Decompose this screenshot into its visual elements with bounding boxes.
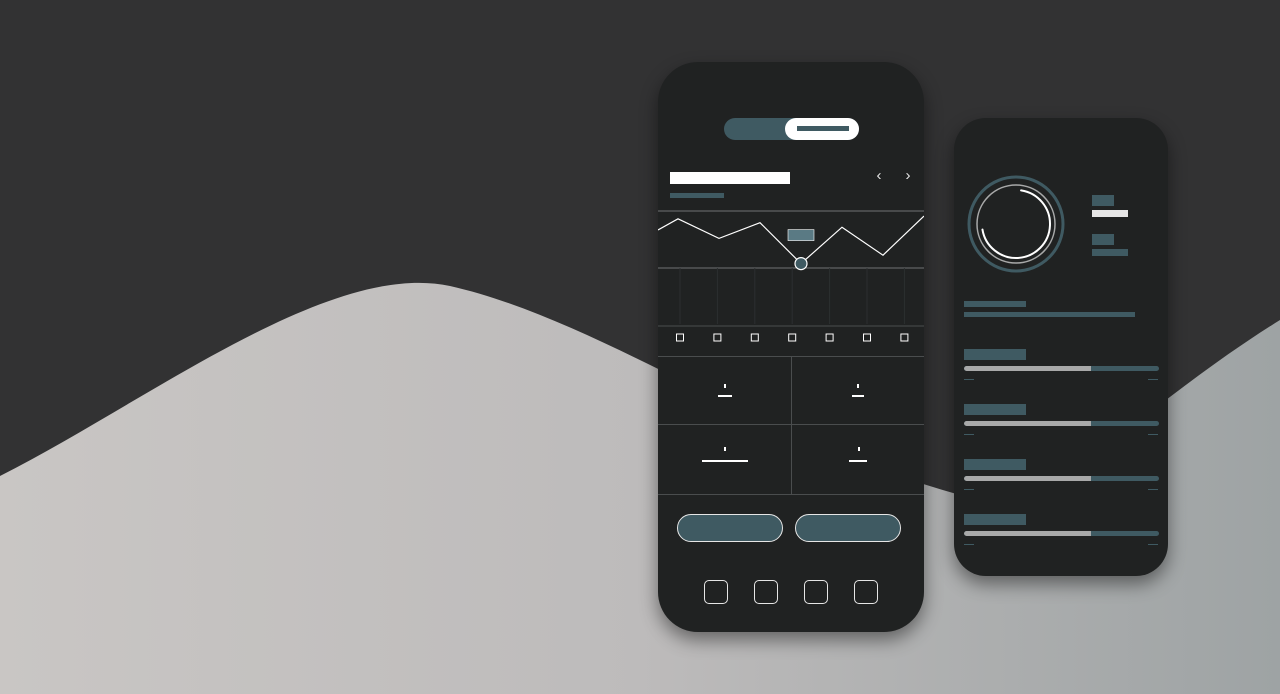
stat-cell[interactable] [658,357,790,425]
chart-x-tick[interactable] [676,333,684,342]
progress-bar-fill [964,531,1091,536]
progress-bar [964,531,1159,536]
stat-value-placeholder [1092,210,1128,217]
chart-x-tick[interactable] [713,333,722,342]
chart-x-tick[interactable] [750,333,759,342]
label-placeholder [702,460,748,462]
home-icon[interactable] [704,580,728,604]
progress-label-placeholder [964,514,1026,525]
stat-icon [1092,234,1114,245]
chart-x-tick[interactable] [900,333,909,342]
primary-action-button[interactable] [677,514,783,542]
label-placeholder [852,395,864,397]
toggle-knob[interactable] [785,118,859,140]
progress-ring [967,175,1065,273]
chart-tooltip [787,229,815,241]
stat-cell[interactable] [658,425,790,493]
progress-label-placeholder [964,349,1026,360]
progress-bar [964,476,1159,481]
label-placeholder [718,395,732,397]
title-placeholder [670,172,790,184]
chart-x-tick[interactable] [863,333,871,342]
chart-x-tick[interactable] [825,333,834,342]
toggle-label-placeholder [797,126,849,131]
section-subtitle-placeholder [964,312,1135,317]
stat-icon [1092,195,1114,206]
subtitle-placeholder [670,193,724,198]
section-title-placeholder [964,301,1026,307]
progress-bar-fill [964,476,1091,481]
divider [658,494,924,495]
stat-cell[interactable] [792,357,924,425]
progress-max-marker [1148,434,1158,435]
stat-cell[interactable] [792,425,924,493]
secondary-action-button[interactable] [795,514,901,542]
value-placeholder [857,384,859,388]
progress-max-marker [1148,489,1158,490]
view-toggle[interactable] [724,118,859,140]
progress-min-marker [964,489,974,490]
calendar-icon[interactable] [804,580,828,604]
chart-highlight-point[interactable] [794,256,808,271]
chart-x-tick[interactable] [788,333,797,342]
progress-bar [964,366,1159,371]
progress-bar-fill [964,421,1091,426]
progress-ring-arc [981,189,1051,259]
progress-label-placeholder [964,459,1026,470]
value-placeholder [858,447,860,451]
progress-min-marker [964,434,974,435]
progress-bar-fill [964,366,1091,371]
stats-icon[interactable] [754,580,778,604]
side-phone-mockup [954,118,1168,576]
value-placeholder [724,447,726,451]
progress-max-marker [1148,379,1158,380]
profile-icon[interactable] [854,580,878,604]
line-chart [658,210,924,342]
value-placeholder [724,384,726,388]
progress-bar [964,421,1159,426]
progress-label-placeholder [964,404,1026,415]
chevron-right-icon[interactable]: › [902,168,914,184]
progress-min-marker [964,379,974,380]
label-placeholder [849,460,867,462]
main-phone-mockup: ‹ › [658,62,924,632]
progress-min-marker [964,544,974,545]
stat-value-placeholder [1092,249,1128,256]
progress-max-marker [1148,544,1158,545]
chevron-left-icon[interactable]: ‹ [873,168,885,184]
